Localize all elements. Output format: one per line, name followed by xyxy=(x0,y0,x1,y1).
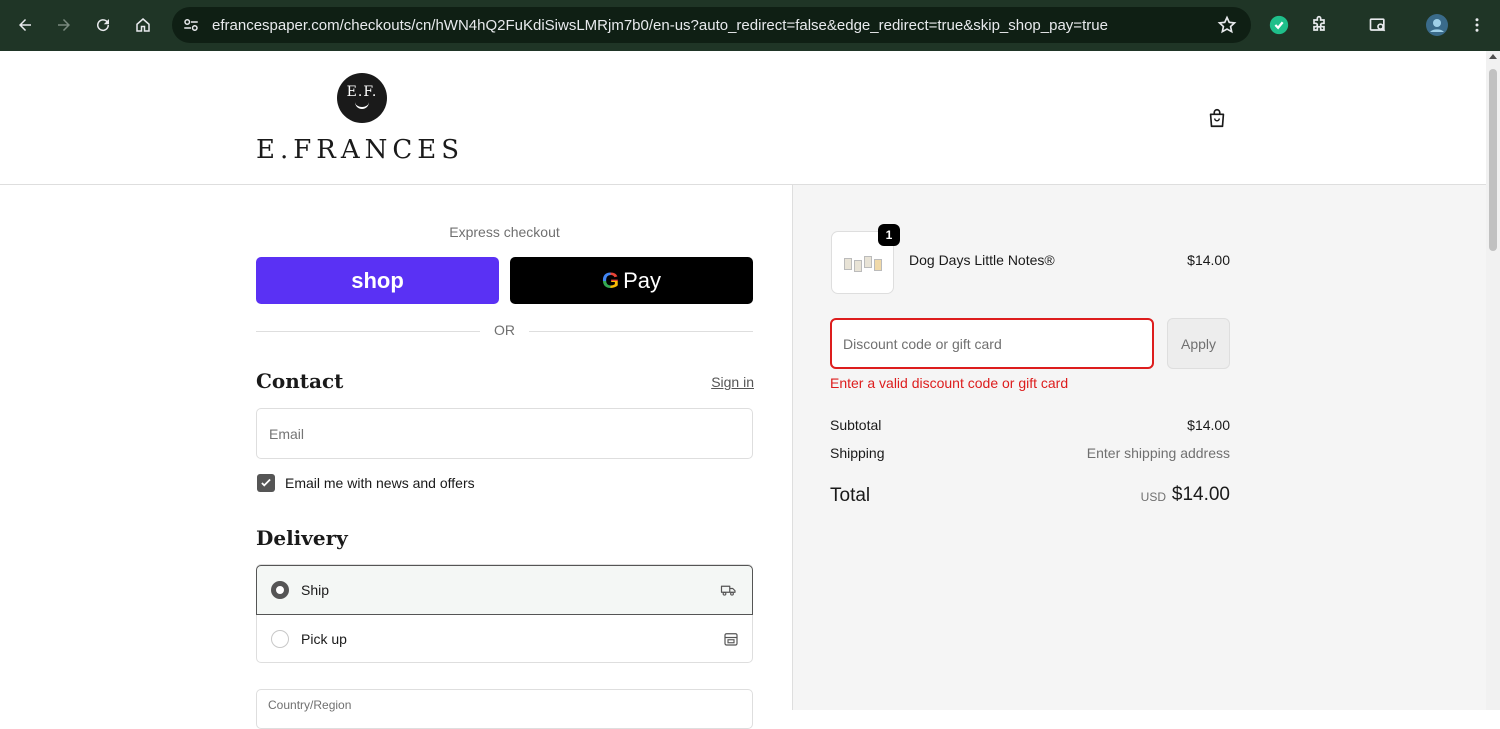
total-label: Total xyxy=(830,485,871,506)
checkmark-icon xyxy=(261,478,271,487)
ship-radio[interactable] xyxy=(271,581,289,599)
store-header: E.F. E.FRANCES xyxy=(0,51,1486,185)
total-row: Total USD $14.00 xyxy=(830,483,1230,507)
discount-code-input[interactable] xyxy=(830,318,1154,369)
product-name: Dog Days Little Notes® xyxy=(909,252,1055,268)
pickup-radio[interactable] xyxy=(271,630,289,648)
subtotal-row: Subtotal $14.00 xyxy=(830,417,1230,433)
delivery-title: Delivery xyxy=(256,526,348,550)
extension-icon[interactable] xyxy=(1267,13,1291,37)
extensions-puzzle-icon[interactable] xyxy=(1307,13,1331,37)
browser-toolbar: efrancespaper.com/checkouts/cn/hWN4hQ2Fu… xyxy=(0,0,1500,51)
profile-avatar-icon[interactable] xyxy=(1425,13,1449,37)
news-offers-label: Email me with news and offers xyxy=(285,475,475,491)
scroll-up-arrow-icon[interactable] xyxy=(1489,54,1497,59)
news-offers-checkbox-row[interactable]: Email me with news and offers xyxy=(257,473,475,493)
page-scrollbar[interactable] xyxy=(1486,51,1500,710)
url-text[interactable]: efrancespaper.com/checkouts/cn/hWN4hQ2Fu… xyxy=(212,17,1108,34)
quantity-badge: 1 xyxy=(878,224,900,246)
shopping-bag-icon[interactable] xyxy=(1206,107,1228,129)
total-currency: USD xyxy=(1140,490,1166,504)
news-offers-checkbox[interactable] xyxy=(257,474,275,492)
back-icon[interactable] xyxy=(10,10,40,40)
sign-in-link[interactable]: Sign in xyxy=(700,374,754,390)
store-icon xyxy=(724,633,738,646)
express-checkout-label: Express checkout xyxy=(449,224,560,240)
tab-search-icon[interactable] xyxy=(1366,13,1390,37)
or-divider: OR xyxy=(256,322,753,340)
logo-wordmark[interactable]: E.FRANCES xyxy=(256,135,464,165)
shop-pay-button[interactable]: shop xyxy=(256,257,499,304)
total-value: $14.00 xyxy=(1171,484,1230,505)
site-settings-icon[interactable] xyxy=(182,16,200,34)
pickup-label: Pick up xyxy=(301,631,347,647)
delivery-options: Ship Pick up xyxy=(256,564,753,663)
google-g-icon: G xyxy=(601,267,620,293)
subtotal-value: $14.00 xyxy=(1187,417,1230,433)
forward-icon[interactable] xyxy=(49,10,79,40)
shipping-value: Enter shipping address xyxy=(1086,445,1230,461)
google-pay-button[interactable]: G Pay xyxy=(510,257,753,304)
delivery-option-pickup[interactable]: Pick up xyxy=(257,614,754,664)
address-bar[interactable]: efrancespaper.com/checkouts/cn/hWN4hQ2Fu… xyxy=(172,7,1251,43)
shipping-row: Shipping Enter shipping address xyxy=(830,445,1230,461)
country-region-select[interactable]: Country/Region xyxy=(256,689,753,729)
menu-kebab-icon[interactable] xyxy=(1465,13,1489,37)
delivery-option-ship[interactable]: Ship xyxy=(256,565,753,615)
home-icon[interactable] xyxy=(128,10,158,40)
shipping-label: Shipping xyxy=(830,445,885,461)
email-input[interactable] xyxy=(256,408,753,459)
ship-label: Ship xyxy=(301,582,330,598)
truck-icon xyxy=(720,585,736,596)
subtotal-label: Subtotal xyxy=(830,417,882,433)
bookmark-star-icon[interactable] xyxy=(1217,15,1237,35)
logo-face-icon[interactable]: E.F. xyxy=(337,73,387,123)
scrollbar-thumb[interactable] xyxy=(1489,69,1497,251)
reload-icon[interactable] xyxy=(88,10,118,40)
checkout-page: E.F. E.FRANCES Express checkout shop G Pa… xyxy=(0,51,1486,729)
discount-error-message: Enter a valid discount code or gift card xyxy=(830,375,1069,391)
contact-title: Contact xyxy=(256,369,344,393)
apply-discount-button[interactable]: Apply xyxy=(1167,318,1230,369)
product-price: $14.00 xyxy=(1187,252,1230,268)
